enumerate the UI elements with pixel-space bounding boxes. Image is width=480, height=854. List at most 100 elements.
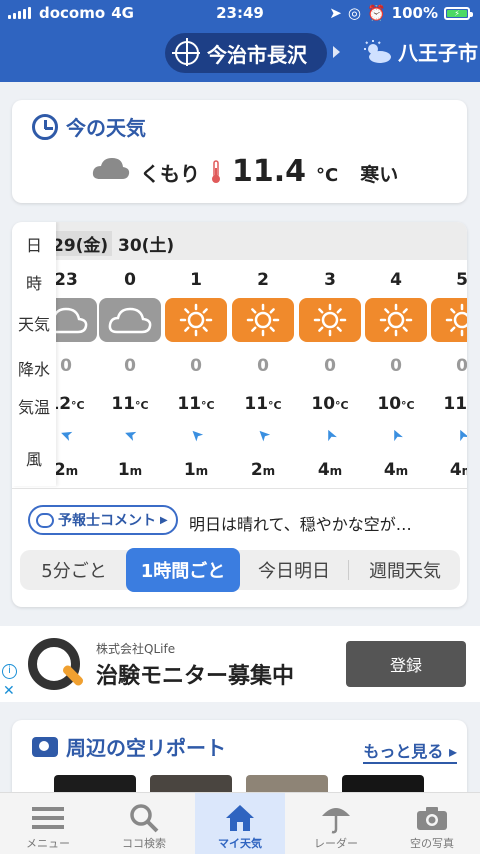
current-temperature: 11.4 <box>232 154 307 189</box>
wind-direction-icon: ➤ <box>385 425 407 445</box>
precip-value: 0 <box>324 356 336 376</box>
speech-bubble-icon <box>36 512 54 528</box>
hour-label: 3 <box>324 270 336 290</box>
tab-weekly[interactable]: 週間天気 <box>350 550 460 590</box>
home-icon <box>224 801 256 835</box>
temperature-unit: °C <box>316 165 339 186</box>
app-header: docomo 4G 23:49 ➤ ◎ ⏰ 100% ⚡ 今治市長沢 八王子市 <box>0 0 480 82</box>
forecast-interval-tabs: 5分ごと 1時間ごと 今日明日 週間天気 <box>20 548 460 592</box>
chevron-right-icon: ▶ <box>160 514 168 526</box>
precip-value: 0 <box>257 356 269 376</box>
wind-direction-icon: ➤ <box>451 425 467 445</box>
tab-5min[interactable]: 5分ごと <box>20 550 128 590</box>
date-label: 29(金) <box>48 231 113 256</box>
current-weather-text: くもり <box>140 162 200 186</box>
sunny-icon <box>299 298 361 342</box>
status-bar: docomo 4G 23:49 ➤ ◎ ⏰ 100% ⚡ <box>0 0 480 28</box>
current-location-tab[interactable]: 今治市長沢 <box>165 33 327 73</box>
wind-direction-icon: ➤ <box>185 424 207 446</box>
battery-icon: ⚡ <box>444 6 473 20</box>
feels-like-text: 寒い <box>360 164 399 186</box>
nav-label: 空の写真 <box>410 837 454 850</box>
see-more-link[interactable]: もっと見る ▸ <box>363 738 457 764</box>
clock-icon <box>32 113 58 140</box>
hourly-forecast-card: 29(金) 30(土) 23 0 12°C ➤ 2m 0 0 11°C ➤ 1m 1 0 11°C ➤ 1m… <box>12 222 467 607</box>
temp-value: 11°C <box>244 394 282 414</box>
nav-label: マイ天気 <box>218 837 262 850</box>
search-icon <box>129 801 159 835</box>
nav-label: メニュー <box>26 837 70 850</box>
wind-speed-value: 1m <box>183 460 209 480</box>
nav-radar[interactable]: レーダー <box>288 793 384 854</box>
wind-speed-value: 4m <box>317 460 343 480</box>
tab-separator <box>348 560 349 580</box>
current-weather-card: 今の天気 くもり 11.4 °C 寒い <box>12 100 467 203</box>
cloudy-icon <box>99 298 161 342</box>
sky-report-title: 周辺の空リポート <box>66 736 226 760</box>
nav-menu[interactable]: メニュー <box>0 793 96 854</box>
nav-search[interactable]: ココ検索 <box>96 793 192 854</box>
precip-value: 0 <box>124 356 136 376</box>
thermometer-icon <box>212 159 220 183</box>
wind-speed-value: 2m <box>250 460 276 480</box>
row-label-temp: 気温 <box>17 398 50 417</box>
row-label-date: 日 <box>25 236 42 255</box>
bottom-nav: メニュー ココ検索 マイ天気 レーダー 空の写真 <box>0 792 480 854</box>
ad-register-button[interactable]: 登録 <box>346 641 466 687</box>
wind-speed-value: 4m <box>449 460 467 480</box>
current-weather-title: 今の天気 <box>66 116 146 140</box>
qlife-logo <box>28 638 80 690</box>
row-label-weather: 天気 <box>17 315 50 334</box>
date-row: 29(金) 30(土) <box>48 222 467 260</box>
wind-speed-value: 4m <box>383 460 409 480</box>
precip-value: 0 <box>456 356 467 376</box>
row-label-wind: 風 <box>25 450 42 469</box>
location-tab-next[interactable]: 八王子市 <box>362 37 478 66</box>
tab-today-tomorrow[interactable]: 今日明日 <box>242 550 346 590</box>
precip-value: 0 <box>390 356 402 376</box>
wind-direction-icon: ➤ <box>319 425 341 445</box>
sunny-icon <box>232 298 294 342</box>
ad-title: 治験モニター募集中 <box>96 664 295 689</box>
nav-my-weather[interactable]: マイ天気 <box>195 793 285 854</box>
wind-direction-icon: ➤ <box>121 424 139 446</box>
next-arrow-icon <box>333 46 340 58</box>
sunny-icon <box>165 298 227 342</box>
row-labels: 日 時 天気 降水 気温 風 <box>12 222 56 486</box>
next-location-name: 八王子市 <box>398 41 478 65</box>
forecaster-comment-text[interactable]: 明日は晴れて、穏やかな空が… <box>189 511 412 535</box>
cloud-icon <box>92 158 130 179</box>
forecaster-comment-button[interactable]: 予報士コメント ▶ <box>28 505 178 535</box>
nav-sky-photos[interactable]: 空の写真 <box>384 793 480 854</box>
camera-icon <box>32 736 58 757</box>
sunny-icon <box>365 298 427 342</box>
temp-value: 10°C <box>311 394 349 414</box>
precip-value: 0 <box>190 356 202 376</box>
tab-hourly[interactable]: 1時間ごと <box>126 548 240 592</box>
wind-direction-icon: ➤ <box>252 424 274 446</box>
camera-icon <box>416 801 448 835</box>
ad-company: 株式会社QLife <box>96 642 176 656</box>
hour-label: 2 <box>257 270 269 290</box>
temp-value: 11°C <box>443 394 467 414</box>
location-services-icon: ➤ <box>329 4 342 22</box>
current-location-icon <box>172 38 200 66</box>
hour-label: 5 <box>456 270 467 290</box>
hour-label: 4 <box>390 270 402 290</box>
forecaster-comment-label: 予報士コメント <box>58 513 156 529</box>
temp-value: 10°C <box>377 394 415 414</box>
nav-label: レーダー <box>314 837 358 850</box>
partly-cloudy-icon <box>364 39 391 63</box>
row-label-hour: 時 <box>25 274 42 293</box>
ad-info-icon[interactable]: i <box>2 664 17 679</box>
hour-label: 1 <box>190 270 202 290</box>
ad-close-icon[interactable]: ✕ <box>3 683 15 699</box>
rotation-lock-icon: ◎ <box>347 4 361 22</box>
divider <box>12 488 467 489</box>
umbrella-icon <box>320 801 352 835</box>
hour-label: 0 <box>124 270 136 290</box>
wind-speed-value: 1m <box>117 460 143 480</box>
battery-percent: 100% <box>391 4 438 22</box>
nav-label: ココ検索 <box>122 837 166 850</box>
temp-value: 11°C <box>177 394 215 414</box>
